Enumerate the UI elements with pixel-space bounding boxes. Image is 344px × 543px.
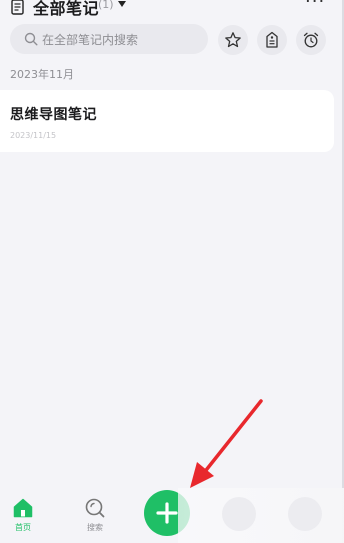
search-icon xyxy=(24,32,38,46)
blurred-nav-item xyxy=(222,497,256,531)
more-menu-button[interactable]: ··· xyxy=(305,0,325,12)
page-title[interactable]: 全部笔记 xyxy=(33,0,99,19)
search-placeholder: 在全部笔记内搜索 xyxy=(42,33,139,47)
note-card[interactable]: 思维导图笔记 2023/11/15 xyxy=(0,90,334,152)
note-title: 思维导图笔记 xyxy=(10,107,97,123)
plus-icon xyxy=(156,502,178,524)
blurred-nav-item xyxy=(288,497,322,531)
tag-icon xyxy=(266,31,278,48)
search-input[interactable]: 在全部笔记内搜索 xyxy=(10,24,208,54)
home-icon xyxy=(13,498,33,518)
header: 全部笔记 (1) ··· xyxy=(0,0,344,20)
nav-home[interactable]: 首页 xyxy=(3,497,43,533)
search-nav-icon xyxy=(85,498,105,518)
month-section-header: 2023年11月 xyxy=(10,68,74,81)
alarm-clock-icon xyxy=(303,32,319,48)
note-date: 2023/11/15 xyxy=(10,131,57,140)
favorites-button[interactable] xyxy=(218,25,248,55)
star-icon xyxy=(225,32,241,48)
nav-home-label: 首页 xyxy=(15,523,31,532)
reminders-button[interactable] xyxy=(296,25,326,55)
note-count: (1) xyxy=(98,0,114,11)
caret-down-icon[interactable] xyxy=(117,0,127,8)
tags-button[interactable] xyxy=(257,25,287,55)
note-document-icon xyxy=(11,0,24,15)
nav-search[interactable]: 搜索 xyxy=(75,497,115,533)
nav-search-label: 搜索 xyxy=(87,523,103,532)
